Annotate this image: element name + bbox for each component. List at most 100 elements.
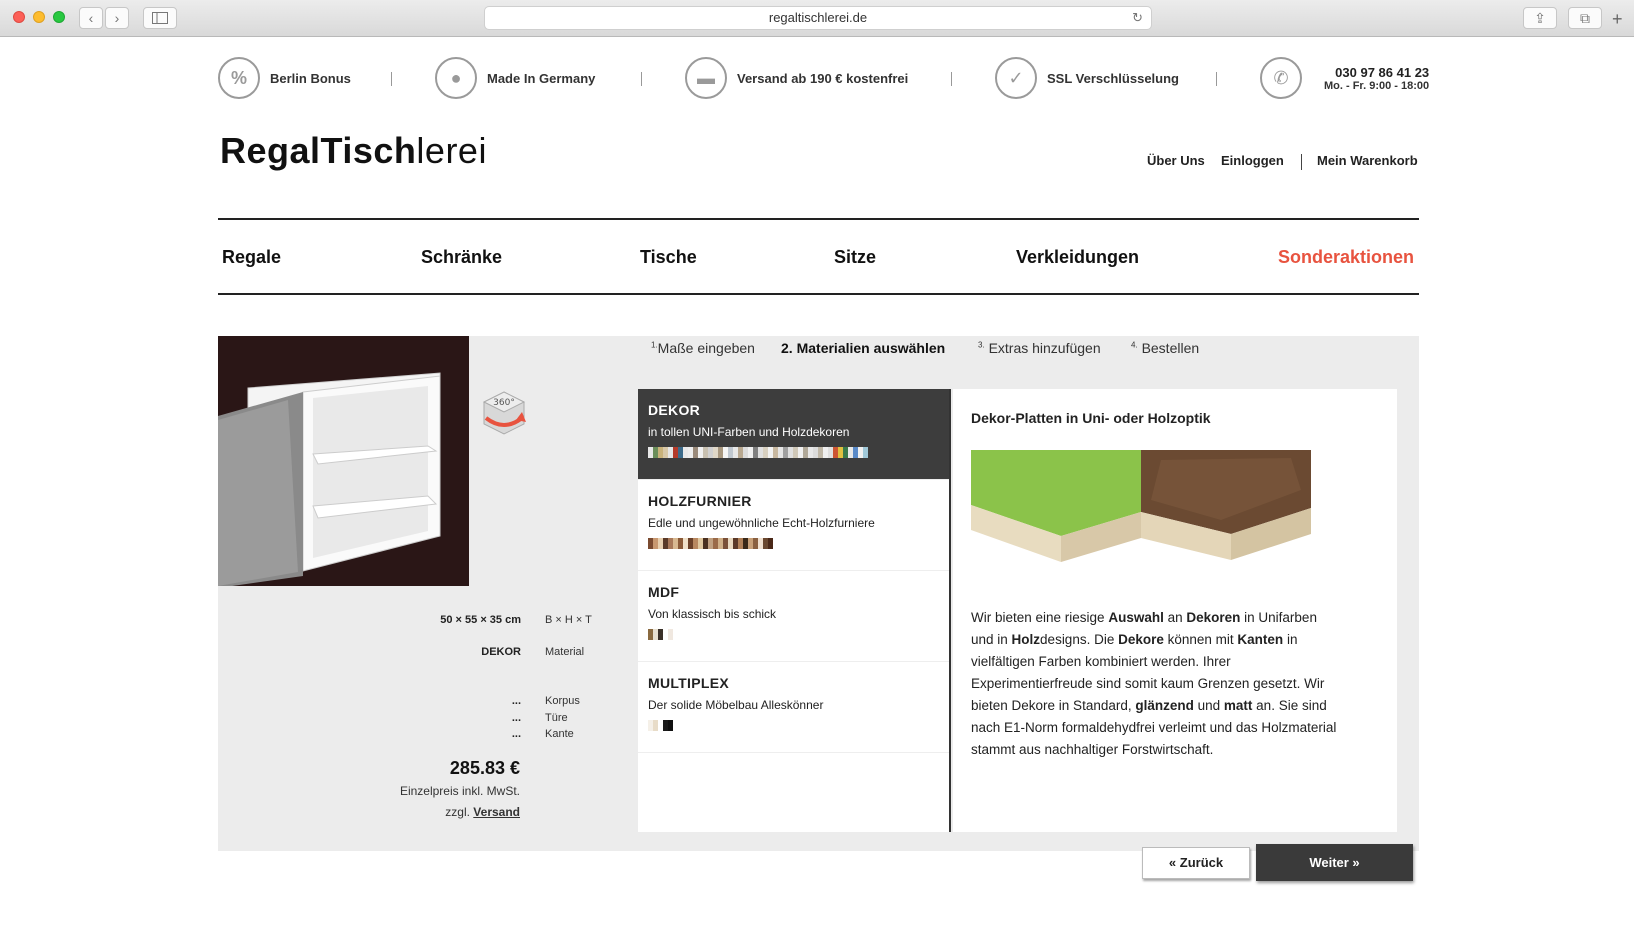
info-text-bold: Auswahl [1108,610,1164,625]
reload-icon[interactable]: ↻ [1132,7,1143,29]
trust-shipping: ▬ Versand ab 190 € kostenfrei [685,57,908,99]
nav-bottom-rule [218,293,1419,295]
swatch-strip [648,447,939,458]
nav-item-regale[interactable]: Regale [222,247,281,268]
back-button[interactable]: « Zurück [1142,847,1250,879]
info-text-bold: Dekoren [1186,610,1241,625]
nav-item-sitze[interactable]: Sitze [834,247,876,268]
chevron-left-icon: ‹ [88,10,94,26]
new-tab-button[interactable]: + [1612,9,1623,30]
material-option-holzfurnier[interactable]: HOLZFURNIER Edle und ungewöhnliche Echt-… [638,480,949,571]
back-nav-button[interactable]: ‹ [79,7,103,29]
material-info-panel: Dekor-Platten in Uni- oder Holzoptik Wir… [953,389,1397,832]
spec-dimensions: 50 × 55 × 35 cm [440,614,521,626]
sidebar-icon [152,12,168,24]
nav-item-sonderaktionen[interactable]: Sonderaktionen [1278,247,1414,268]
spec-kante: ... [511,728,521,740]
plus-icon: + [1612,9,1623,29]
material-option-multiplex[interactable]: MULTIPLEX Der solide Möbelbau Alleskönne… [638,662,949,753]
nav-item-schraenke[interactable]: Schränke [421,247,502,268]
logo-part-bold: RegalTisch [220,130,417,171]
next-button[interactable]: Weiter » [1256,844,1413,881]
rotate-360-icon[interactable]: 360° [480,388,528,436]
swatch-strip [648,629,939,640]
truck-icon: ▬ [685,57,727,99]
material-desc: in tollen UNI-Farben und Holzdekoren [648,425,850,439]
url-text: regaltischlerei.de [768,10,868,25]
tabs-icon: ⧉ [1580,10,1590,26]
info-text-bold: Holz [1011,632,1041,647]
spec-korpus: ... [511,695,521,707]
close-window-button[interactable] [13,11,25,23]
spec-dimensions-label: B × H × T [545,614,592,626]
step-extras[interactable]: 3. Extras hinzufügen [978,340,1101,356]
spec-kante-label: Kante [545,728,574,740]
step-label: Materialien auswählen [796,340,946,356]
product-3d-preview[interactable] [218,336,469,586]
price-vat-note: Einzelpreis inkl. MwSt. [399,784,520,798]
about-us-link[interactable]: Über Uns [1147,153,1205,168]
step-number: 2. [781,340,793,356]
zoom-window-button[interactable] [53,11,65,23]
trust-ssl: ✓ SSL Verschlüsselung [995,57,1179,99]
sidebar-toggle-button[interactable] [143,7,177,29]
trust-made-in-germany: ● Made In Germany [435,57,595,99]
color-swatch [768,538,773,549]
swatch-strip [648,720,939,731]
cabinet-render [218,372,441,586]
tab-overview-button[interactable]: ⧉ [1568,7,1602,29]
info-title: Dekor-Platten in Uni- oder Holzoptik [971,410,1211,426]
price-shipping-note: zzgl. Versand [340,805,520,819]
share-button[interactable]: ⇪ [1523,7,1557,29]
step-label: Maße eingeben [657,340,755,356]
material-title: DEKOR [648,402,701,418]
login-link[interactable]: Einloggen [1221,153,1284,168]
info-text-bold: Dekore [1118,632,1164,647]
info-text-bold: glänzend [1135,698,1194,713]
chevron-right-icon: › [114,10,120,26]
spec-material: DEKOR [481,646,521,658]
info-text-segment: an [1163,610,1187,625]
share-icon: ⇪ [1534,10,1546,26]
germany-icon: ● [435,57,477,99]
shipping-link[interactable]: Versand [473,805,520,819]
phone-number[interactable]: 030 97 86 41 23 [1324,65,1429,80]
material-title: MULTIPLEX [648,675,729,691]
step-order[interactable]: 4. Bestellen [1131,340,1199,356]
material-desc: Von klassisch bis schick [648,607,777,621]
material-title: MDF [648,584,680,600]
material-option-dekor[interactable]: DEKOR in tollen UNI-Farben und Holzdekor… [638,389,949,480]
divider [951,72,952,86]
trust-label: Made In Germany [487,70,596,86]
check-icon: ✓ [995,57,1037,99]
product-price: 285.83 € [449,758,520,778]
shipping-prefix: zzgl. [445,805,470,819]
minimize-window-button[interactable] [33,11,45,23]
color-swatch [668,629,673,640]
trust-label: SSL Verschlüsselung [1047,70,1179,86]
step-label: Bestellen [1141,340,1200,356]
step-number: 3. [978,340,985,350]
trust-phone[interactable]: ✆ 030 97 86 41 23 Mo. - Fr. 9:00 - 18:00 [1260,57,1429,99]
step-measurements[interactable]: 1.Maße eingeben [651,340,755,356]
address-bar[interactable]: regaltischlerei.de ↻ [484,6,1152,30]
color-swatch [863,447,868,458]
divider [641,72,642,86]
step-materials[interactable]: 2. Materialien auswählen [781,340,945,356]
material-option-mdf[interactable]: MDF Von klassisch bis schick [638,571,949,662]
site-logo[interactable]: RegalTischlerei [220,130,487,172]
spec-material-label: Material [545,646,585,658]
step-number: 4. [1131,340,1138,350]
nav-item-tische[interactable]: Tische [640,247,697,268]
nav-item-verkleidungen[interactable]: Verkleidungen [1016,247,1139,268]
forward-nav-button[interactable]: › [105,7,129,29]
cart-link[interactable]: Mein Warenkorb [1317,153,1418,168]
step-number: 1. [651,340,658,350]
trust-label: Berlin Bonus [270,70,351,86]
divider [391,72,392,86]
material-desc: Edle und ungewöhnliche Echt-Holzfurniere [648,516,875,530]
color-swatch [668,720,673,731]
info-text-bold: Kanten [1237,632,1284,647]
browser-toolbar: ‹ › regaltischlerei.de ↻ ⇪ ⧉ + [0,0,1634,37]
info-text-segment: können mit [1163,632,1238,647]
